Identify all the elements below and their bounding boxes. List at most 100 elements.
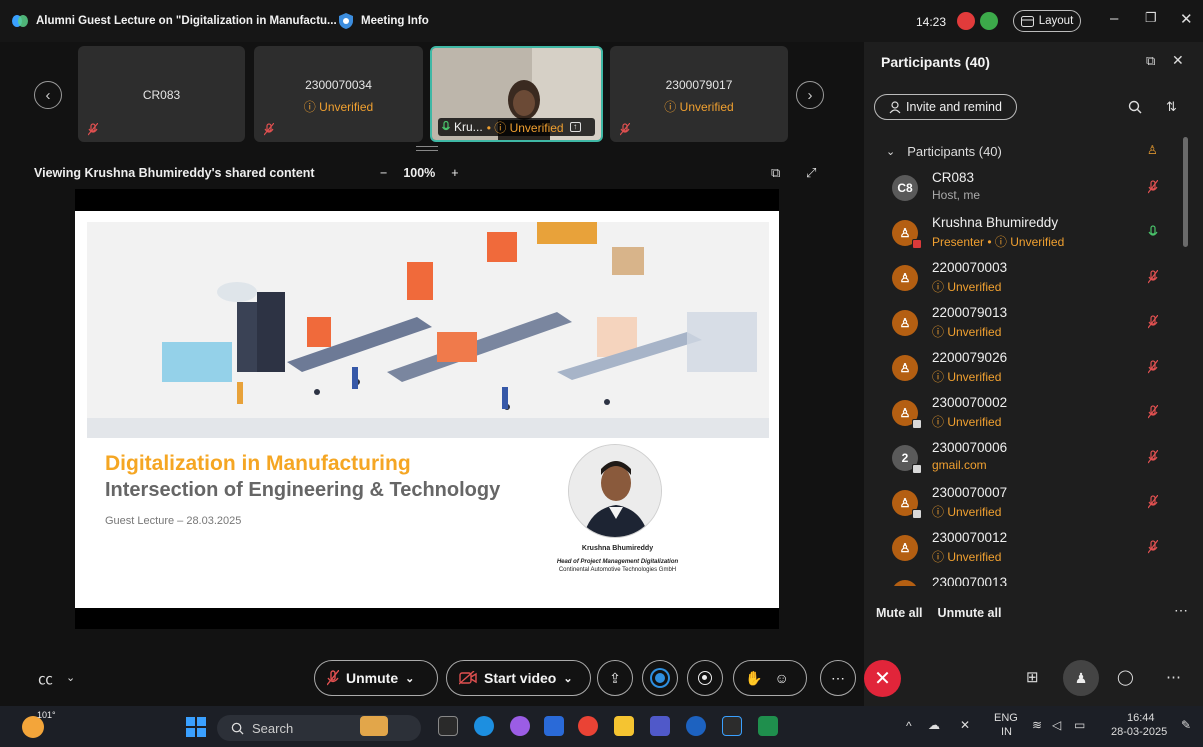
language-top[interactable]: ENG xyxy=(994,712,1018,724)
participants-button[interactable]: ♟ xyxy=(1063,660,1099,696)
zoom-level: 100% xyxy=(403,166,436,180)
battery-icon[interactable]: ▭ xyxy=(1074,718,1085,732)
more-options-icon[interactable]: ⋯ xyxy=(1174,602,1188,619)
more-options-icon[interactable]: ⋯ xyxy=(1166,668,1181,686)
mic-muted-icon[interactable] xyxy=(1148,450,1158,464)
mic-muted-icon[interactable] xyxy=(1148,270,1158,284)
shared-content-area[interactable]: Digitalization in Manufacturing Intersec… xyxy=(75,189,779,629)
webex-app-icon[interactable] xyxy=(722,716,742,736)
search-highlight-icon[interactable] xyxy=(360,716,388,736)
close-icon[interactable]: ✕ xyxy=(1180,10,1193,28)
taskbar-search[interactable]: Search xyxy=(217,715,421,741)
more-button[interactable]: ⋯ xyxy=(820,660,856,696)
leave-meeting-button[interactable]: ✕ xyxy=(864,660,901,697)
sort-icon[interactable]: ⇅ xyxy=(1166,99,1177,115)
participant-row[interactable]: ♙ 2200079026 ⓘ Unverified xyxy=(864,346,1184,391)
mic-muted-icon[interactable] xyxy=(1148,495,1158,509)
panel-scrollbar[interactable] xyxy=(1183,137,1188,247)
video-tile[interactable]: 2300070034 ⓘ Unverified xyxy=(254,46,423,142)
participant-row[interactable]: ♙ 2200079013 ⓘ Unverified xyxy=(864,301,1184,346)
ai-assistant-button[interactable] xyxy=(642,660,678,696)
apps-icon[interactable]: ⊞ xyxy=(1026,668,1039,686)
participant-status: ⓘ Unverified xyxy=(932,325,1002,339)
presenter-company: Continental Automotive Technologies GmbH xyxy=(558,567,677,573)
zoom-controls: − 100% + xyxy=(380,166,459,180)
copilot-icon[interactable] xyxy=(510,716,530,736)
active-speaker-tile[interactable]: Kru... • ⓘ Unverified ↑ xyxy=(430,46,603,142)
recording-indicator-icon[interactable] xyxy=(957,12,975,30)
annotate-icon[interactable]: ⧉ xyxy=(771,165,780,181)
presenter-badge-icon xyxy=(912,239,922,249)
participant-row[interactable]: ♙ 2300070002 ⓘ Unverified xyxy=(864,391,1184,436)
participant-name: 2300070007 xyxy=(932,485,1008,500)
strip-prev-button[interactable]: ‹ xyxy=(34,81,62,109)
zoom-out-button[interactable]: − xyxy=(380,166,387,180)
video-tile[interactable]: 2300079017 ⓘ Unverified xyxy=(610,46,788,142)
record-button[interactable] xyxy=(687,660,723,696)
invite-and-remind-button[interactable]: Invite and remind xyxy=(874,94,1017,120)
excel-icon[interactable] xyxy=(758,716,778,736)
close-panel-icon[interactable]: ✕ xyxy=(1172,52,1184,69)
teams-icon[interactable] xyxy=(650,716,670,736)
task-view-icon[interactable] xyxy=(438,716,458,736)
volume-icon[interactable]: ◁ xyxy=(1052,718,1061,732)
chat-icon[interactable]: ◯ xyxy=(1117,668,1134,686)
unverified-icon: ⓘ xyxy=(664,100,677,114)
participant-row[interactable]: ♙ 2200070003 ⓘ Unverified xyxy=(864,256,1184,301)
fullscreen-icon[interactable]: ⤢ xyxy=(806,165,816,181)
captions-icon[interactable]: ㏄ xyxy=(38,668,53,689)
mute-all-button[interactable]: Mute all xyxy=(876,606,923,620)
windows-start-icon[interactable] xyxy=(186,717,206,737)
restore-icon[interactable]: ❐ xyxy=(1145,10,1157,26)
edge-icon[interactable] xyxy=(474,716,494,736)
presenter-name: Krushna Bhumireddy xyxy=(581,545,654,552)
chevron-down-icon[interactable]: ⌄ xyxy=(66,671,75,684)
resize-handle[interactable] xyxy=(416,146,438,151)
chevron-up-icon[interactable]: ^ xyxy=(906,719,912,733)
mic-muted-icon[interactable] xyxy=(1148,315,1158,329)
mic-on-icon[interactable] xyxy=(1148,225,1158,239)
strip-next-button[interactable]: › xyxy=(796,81,824,109)
participant-row[interactable]: C8 CR083 Host, me xyxy=(864,166,1184,211)
network-status-icon[interactable] xyxy=(980,12,998,30)
taskbar-time[interactable]: 16:44 xyxy=(1127,712,1155,724)
participant-row[interactable]: ♙ 2300070013 xyxy=(864,571,1184,586)
file-explorer-icon[interactable] xyxy=(614,716,634,736)
start-video-button[interactable]: Start video ⌄ xyxy=(446,660,591,696)
zoom-in-button[interactable]: + xyxy=(451,166,458,180)
popout-icon[interactable]: ⧉ xyxy=(1146,53,1155,69)
participants-group-header[interactable]: ⌄ Participants (40) xyxy=(886,144,1002,159)
invite-label: Invite and remind xyxy=(906,100,1002,114)
share-button[interactable]: ⇪ xyxy=(597,660,633,696)
reactions-button[interactable]: ✋ ☺ xyxy=(733,660,807,696)
mic-muted-icon[interactable] xyxy=(1148,540,1158,554)
store-icon[interactable] xyxy=(544,716,564,736)
meeting-info-link[interactable]: Meeting Info xyxy=(361,15,429,27)
avatar: ♙ xyxy=(892,490,922,519)
participant-name: 2300070012 xyxy=(932,530,1008,545)
mic-muted-icon[interactable] xyxy=(1148,405,1158,419)
mic-muted-icon[interactable] xyxy=(1148,180,1158,194)
wifi-icon[interactable]: ≋ xyxy=(1032,718,1042,732)
mic-muted-icon[interactable] xyxy=(1148,360,1158,374)
taskbar-date[interactable]: 28-03-2025 xyxy=(1111,726,1167,738)
unmute-button[interactable]: Unmute ⌄ xyxy=(314,660,438,696)
search-icon[interactable] xyxy=(1128,100,1142,114)
mic-muted-icon xyxy=(327,670,339,686)
dell-icon[interactable] xyxy=(686,716,706,736)
mic-muted-icon[interactable]: ✕ xyxy=(960,718,970,732)
participant-row[interactable]: ♙ Krushna Bhumireddy Presenter • ⓘ Unver… xyxy=(864,211,1184,256)
participant-row[interactable]: ♙ 2300070007 ⓘ Unverified xyxy=(864,481,1184,526)
minimize-icon[interactable]: – xyxy=(1110,10,1118,27)
participant-row[interactable]: 2 2300070006 gmail.com xyxy=(864,436,1184,481)
shield-icon[interactable] xyxy=(338,12,354,30)
layout-button[interactable]: Layout xyxy=(1013,10,1081,32)
close-icon: ✕ xyxy=(874,668,891,690)
notification-icon[interactable]: ✎ xyxy=(1181,718,1191,732)
unmute-all-button[interactable]: Unmute all xyxy=(938,606,1002,620)
cohost-icon[interactable]: ♙ xyxy=(1147,143,1158,157)
video-tile[interactable]: CR083 xyxy=(78,46,245,142)
chrome-icon[interactable] xyxy=(578,716,598,736)
participant-row[interactable]: ♙ 2300070012 ⓘ Unverified xyxy=(864,526,1184,571)
onedrive-icon[interactable]: ☁ xyxy=(928,718,940,732)
